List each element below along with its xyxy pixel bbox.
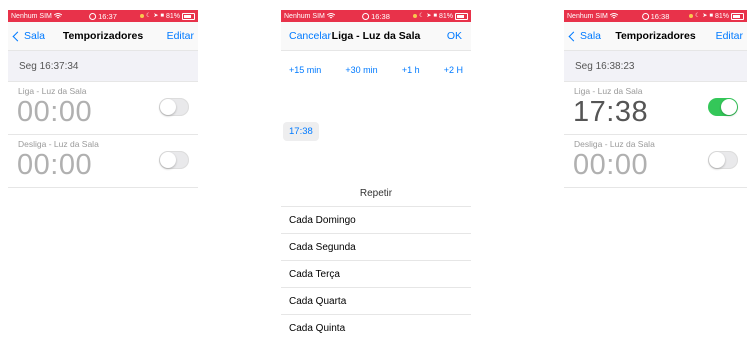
- battery-icon: [182, 12, 195, 20]
- chevron-left-icon: [568, 31, 579, 41]
- battery-icon: [455, 12, 468, 20]
- page-title: Temporizadores: [62, 30, 144, 42]
- nav-bar: Sala Temporizadores Editar: [564, 22, 747, 51]
- toggle-knob: [160, 99, 176, 115]
- timer-time: 00:00: [17, 149, 93, 181]
- timer-label: Desliga - Luz da Sala: [574, 139, 655, 149]
- add-15-min-button[interactable]: +15 min: [289, 65, 321, 75]
- battery-percent: 81%: [714, 12, 729, 20]
- timer-time: 17:38: [573, 96, 649, 128]
- ok-button[interactable]: OK: [447, 30, 471, 42]
- quick-add-buttons: +15 min +30 min +1 h +2 H: [281, 65, 471, 75]
- back-label: Sala: [580, 30, 602, 42]
- location-arrow-icon: ➤: [153, 13, 159, 19]
- toggle-knob: [721, 99, 737, 115]
- wifi-icon: [609, 13, 618, 19]
- timer-label: Liga - Luz da Sala: [574, 86, 643, 96]
- moon-icon: ☾: [418, 13, 425, 19]
- phone-screen-timers-after: Nenhum SIM 16:38 ☾ ➤ ■ 81% Sala Temporiz…: [564, 10, 747, 340]
- timer-row-off[interactable]: Desliga - Luz da Sala 00:00: [564, 135, 747, 188]
- repeat-section-header: Repetir: [359, 188, 393, 199]
- orange-dot-icon: [139, 14, 144, 18]
- repeat-option-wednesday[interactable]: Cada Quarta: [281, 288, 471, 315]
- timer-row-on[interactable]: Liga - Luz da Sala 00:00: [8, 82, 198, 135]
- back-label: Sala: [24, 30, 46, 42]
- orientation-lock-icon: ■: [709, 13, 713, 19]
- orientation-lock-icon: ■: [160, 13, 164, 19]
- edit-button[interactable]: Editar: [716, 30, 747, 42]
- status-bar: Nenhum SIM 16:38 ☾ ➤ ■ 81%: [281, 10, 471, 22]
- timer-toggle[interactable]: [159, 151, 189, 169]
- add-2-hours-button[interactable]: +2 H: [444, 65, 463, 75]
- battery-percent: 81%: [165, 12, 180, 20]
- timer-time: 00:00: [17, 96, 93, 128]
- repeat-options-list: Cada Domingo Cada Segunda Cada Terça Cad…: [281, 206, 471, 340]
- time-picker-value[interactable]: 17:38: [283, 122, 319, 141]
- day-time-header: Seg 16:38:23: [564, 51, 747, 82]
- clock-time: 16:38: [650, 11, 670, 21]
- carrier-label: Nenhum SIM: [284, 12, 325, 20]
- phone-screen-timers-before: Nenhum SIM 16:37 ☾ ➤ ■ 81% Sala Temporiz…: [8, 10, 198, 340]
- wifi-icon: [326, 13, 335, 19]
- timer-row-off[interactable]: Desliga - Luz da Sala 00:00: [8, 135, 198, 188]
- toggle-knob: [709, 152, 725, 168]
- cancel-button[interactable]: Cancelar: [281, 30, 331, 42]
- orientation-lock-icon: ■: [433, 13, 437, 19]
- toggle-knob: [160, 152, 176, 168]
- orange-dot-icon: [688, 14, 693, 18]
- timer-toggle[interactable]: [708, 151, 738, 169]
- orange-dot-icon: [412, 14, 417, 18]
- alarm-clock-icon: [362, 12, 370, 20]
- page-title: Liga - Luz da Sala: [331, 30, 421, 42]
- battery-percent: 81%: [438, 12, 453, 20]
- alarm-clock-icon: [641, 12, 649, 20]
- nav-bar: Sala Temporizadores Editar: [8, 22, 198, 51]
- timer-time: 00:00: [573, 149, 649, 181]
- timer-label: Desliga - Luz da Sala: [18, 139, 99, 149]
- battery-icon: [731, 12, 744, 20]
- nav-bar: Cancelar Liga - Luz da Sala OK: [281, 22, 471, 51]
- carrier-label: Nenhum SIM: [567, 12, 608, 20]
- repeat-option-monday[interactable]: Cada Segunda: [281, 234, 471, 261]
- carrier-label: Nenhum SIM: [11, 12, 52, 20]
- page-title: Temporizadores: [615, 30, 696, 42]
- moon-icon: ☾: [145, 13, 152, 19]
- edit-button[interactable]: Editar: [167, 30, 198, 42]
- status-bar: Nenhum SIM 16:37 ☾ ➤ ■ 81%: [8, 10, 198, 22]
- clock-time: 16:38: [371, 11, 390, 21]
- repeat-option-sunday[interactable]: Cada Domingo: [281, 207, 471, 234]
- back-button[interactable]: Sala: [564, 30, 601, 42]
- back-button[interactable]: Sala: [8, 30, 45, 42]
- moon-icon: ☾: [694, 13, 701, 19]
- wifi-icon: [53, 13, 62, 19]
- location-arrow-icon: ➤: [702, 13, 708, 19]
- timer-row-on[interactable]: Liga - Luz da Sala 17:38: [564, 82, 747, 135]
- clock-time: 16:37: [98, 11, 117, 21]
- phone-screen-edit-timer: Nenhum SIM 16:38 ☾ ➤ ■ 81% Cancelar Liga…: [281, 10, 471, 340]
- day-time-header: Seg 16:37:34: [8, 51, 198, 82]
- timer-label: Liga - Luz da Sala: [18, 86, 87, 96]
- repeat-option-tuesday[interactable]: Cada Terça: [281, 261, 471, 288]
- chevron-left-icon: [12, 31, 23, 41]
- add-30-min-button[interactable]: +30 min: [345, 65, 377, 75]
- add-1-hour-button[interactable]: +1 h: [402, 65, 420, 75]
- repeat-option-thursday[interactable]: Cada Quinta: [281, 315, 471, 340]
- alarm-clock-icon: [89, 12, 97, 20]
- timer-toggle[interactable]: [708, 98, 738, 116]
- status-bar: Nenhum SIM 16:38 ☾ ➤ ■ 81%: [564, 10, 747, 22]
- location-arrow-icon: ➤: [426, 13, 432, 19]
- timer-toggle[interactable]: [159, 98, 189, 116]
